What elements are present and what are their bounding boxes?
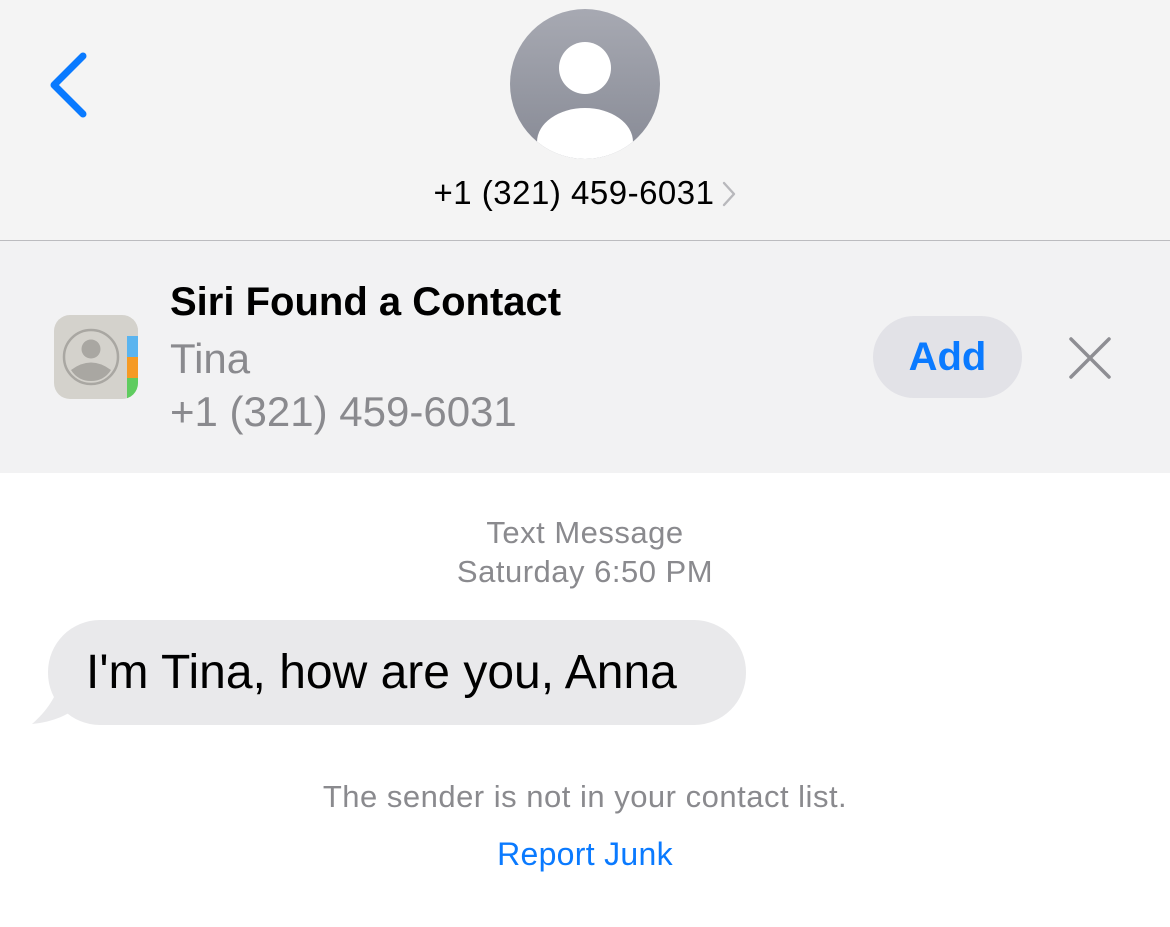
report-junk-link[interactable]: Report Junk — [497, 836, 673, 872]
message-timestamp: Saturday 6:50 PM — [456, 554, 714, 589]
contact-details-link[interactable]: +1 (321) 459-6031 — [0, 170, 1170, 216]
incoming-message-bubble[interactable]: I'm Tina, how are you, Anna — [48, 620, 746, 725]
unknown-sender-note: The sender is not in your contact list. — [322, 779, 848, 814]
avatar[interactable] — [510, 9, 660, 159]
conversation-header: +1 (321) 459-6031 — [0, 0, 1170, 241]
message-service-label: Text Message — [486, 515, 684, 550]
suggested-contact-name: Tina — [170, 335, 251, 382]
siri-suggestion-title: Siri Found a Contact — [170, 280, 562, 324]
add-contact-button[interactable]: Add — [873, 316, 1022, 398]
contacts-app-icon — [54, 315, 138, 399]
suggested-contact-number: +1 (321) 459-6031 — [170, 388, 517, 435]
chevron-right-icon — [723, 181, 736, 207]
chevron-left-icon — [50, 52, 87, 118]
dismiss-suggestion-button[interactable] — [1062, 330, 1118, 386]
message-text: I'm Tina, how are you, Anna — [86, 646, 677, 699]
close-icon — [1069, 337, 1111, 379]
contact-number: +1 (321) 459-6031 — [433, 174, 715, 211]
back-button[interactable] — [40, 44, 100, 124]
person-silhouette-icon — [537, 42, 633, 159]
report-junk-row: Report Junk — [0, 836, 1170, 873]
